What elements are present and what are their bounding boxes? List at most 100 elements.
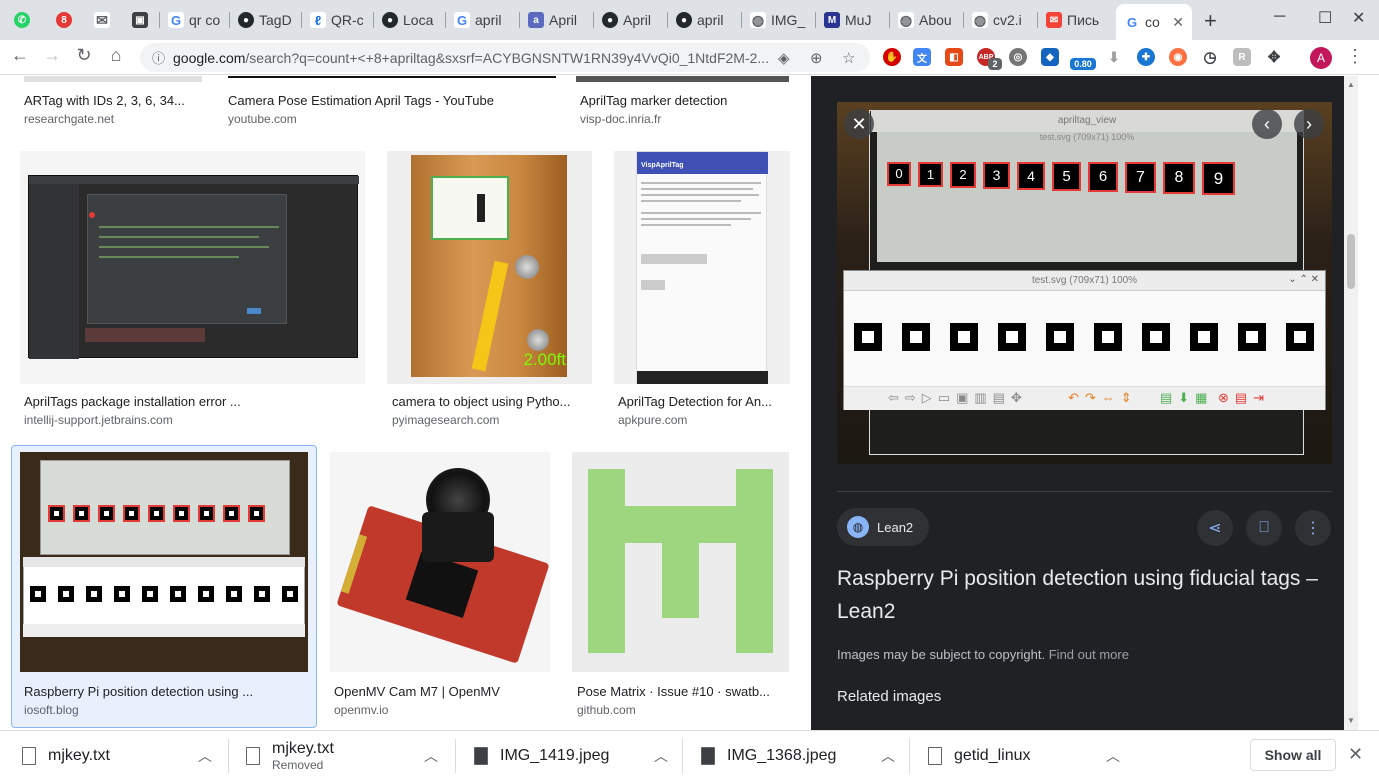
tab-11[interactable]: ● april: [668, 6, 742, 34]
result-thumbnail[interactable]: [228, 76, 556, 78]
tab-14[interactable]: ◍ Abou: [890, 6, 964, 34]
tab-12[interactable]: ◍ IMG_: [742, 6, 816, 34]
browser-menu-icon[interactable]: ⋮: [1346, 46, 1364, 67]
result-thumbnail-ide[interactable]: [20, 151, 365, 384]
find-out-more-link[interactable]: Find out more: [1049, 647, 1129, 662]
vpn-icon[interactable]: ✚: [1137, 48, 1155, 66]
result-title[interactable]: camera to object using Pytho...: [392, 394, 587, 409]
tab-15[interactable]: ◍ cv2.i: [964, 6, 1038, 34]
result-thumbnail[interactable]: [576, 76, 789, 82]
tab-mail[interactable]: ✉: [86, 6, 122, 34]
share-button[interactable]: ⋖: [1197, 510, 1233, 546]
timer-icon[interactable]: ◷: [1201, 48, 1219, 66]
result-source[interactable]: github.com: [577, 703, 636, 717]
result-thumbnail-door[interactable]: 2.00ft: [387, 151, 592, 384]
tab-13[interactable]: M MuJ: [816, 6, 890, 34]
tab-active[interactable]: Gco ✕: [1116, 4, 1192, 40]
result-title[interactable]: AprilTags package installation error ...: [24, 394, 364, 409]
result-source[interactable]: youtube.com: [228, 112, 297, 126]
result-thumbnail-pose-matrix[interactable]: [572, 452, 789, 672]
profile-avatar[interactable]: A: [1310, 47, 1332, 69]
zoom-icon[interactable]: ⊕: [810, 49, 823, 67]
result-title[interactable]: AprilTag marker detection: [580, 93, 790, 108]
scroll-up-icon[interactable]: ▲: [1347, 80, 1355, 89]
scrollbar-thumb[interactable]: [1347, 234, 1355, 289]
close-downloads-icon[interactable]: ✕: [1348, 744, 1363, 765]
download-item[interactable]: getid_linux ︿: [928, 731, 1120, 780]
result-source[interactable]: openmv.io: [334, 703, 388, 717]
back-icon[interactable]: ←: [8, 45, 32, 66]
result-thumbnail[interactable]: [24, 76, 202, 82]
tab-6[interactable]: ℓ QR-c: [302, 6, 374, 34]
download-ext-icon[interactable]: ⬇: [1105, 48, 1123, 66]
tab-8[interactable]: Gapril: [446, 6, 520, 34]
result-source[interactable]: researchgate.net: [24, 112, 114, 126]
chevron-up-icon[interactable]: ︿: [881, 746, 895, 766]
page-scrollbar[interactable]: ▲ ▼: [1344, 76, 1358, 730]
result-source[interactable]: apkpure.com: [618, 413, 687, 427]
chevron-up-icon[interactable]: ︿: [198, 746, 212, 766]
download-item[interactable]: IMG_1419.jpeg ︿: [474, 731, 668, 780]
office-icon[interactable]: ◧: [945, 48, 963, 66]
r-icon[interactable]: R: [1233, 48, 1251, 66]
result-title[interactable]: Camera Pose Estimation April Tags - YouT…: [228, 93, 558, 108]
result-source[interactable]: intellij-support.jetbrains.com: [24, 413, 173, 427]
result-source[interactable]: iosoft.blog: [24, 703, 79, 717]
forward-icon[interactable]: →: [40, 45, 64, 66]
scroll-down-icon[interactable]: ▼: [1347, 716, 1355, 725]
adblock-icon[interactable]: ✋: [883, 48, 901, 66]
dictionary-icon[interactable]: ◆: [1041, 48, 1059, 66]
tab-5[interactable]: ● TagD: [230, 6, 302, 34]
preview-title[interactable]: Raspberry Pi position detection using fi…: [837, 562, 1337, 628]
result-title[interactable]: Pose Matrix · Issue #10 · swatb...: [577, 684, 787, 699]
chevron-up-icon[interactable]: ︿: [424, 746, 438, 766]
preview-window-top-title: apriltag_view: [871, 110, 1303, 132]
tab-4[interactable]: Gqr co: [160, 6, 230, 34]
minimize-icon[interactable]: ─: [1274, 8, 1285, 26]
close-window-icon[interactable]: ✕: [1352, 8, 1365, 28]
chevron-up-icon[interactable]: ︿: [1106, 746, 1120, 766]
info-icon[interactable]: ⓘ: [152, 48, 165, 67]
download-item[interactable]: IMG_1368.jpeg ︿: [701, 731, 895, 780]
translate-icon[interactable]: 文: [913, 48, 931, 66]
close-tab-icon[interactable]: ✕: [1172, 14, 1184, 31]
location-icon[interactable]: ◈: [778, 49, 790, 67]
result-title[interactable]: Raspberry Pi position detection using ..…: [24, 684, 309, 699]
result-source[interactable]: visp-doc.inria.fr: [580, 112, 661, 126]
more-options-button[interactable]: ⋮: [1295, 510, 1331, 546]
bookmark-star-icon[interactable]: ☆: [842, 49, 855, 67]
preview-image[interactable]: apriltag_view test.svg (709x71) 100% 0 1…: [837, 102, 1332, 464]
download-item[interactable]: mjkey.txt Removed ︿: [246, 731, 438, 780]
tab-7[interactable]: ● Loca: [374, 6, 446, 34]
result-title[interactable]: OpenMV Cam M7 | OpenMV: [334, 684, 549, 699]
close-preview-button[interactable]: ✕: [844, 109, 874, 139]
tab-9[interactable]: a April: [520, 6, 594, 34]
maximize-icon[interactable]: ☐: [1318, 8, 1332, 28]
film-icon[interactable]: ◎: [1009, 48, 1027, 66]
save-button[interactable]: ⎕: [1246, 510, 1282, 546]
chevron-up-icon[interactable]: ︿: [654, 746, 668, 766]
next-image-button[interactable]: ›: [1294, 109, 1324, 139]
result-thumbnail-openmv[interactable]: [330, 452, 550, 672]
tab-10[interactable]: ● April: [594, 6, 668, 34]
result-title[interactable]: AprilTag Detection for An...: [618, 394, 790, 409]
tomato-icon[interactable]: ◉: [1169, 48, 1187, 66]
tab-whatsapp[interactable]: ✆: [6, 6, 42, 34]
address-bar[interactable]: ⓘ google.com/search?q=count+<+8+apriltag…: [140, 43, 870, 72]
download-item[interactable]: mjkey.txt ︿: [22, 731, 212, 780]
new-tab-button[interactable]: +: [1204, 8, 1217, 34]
result-title[interactable]: ARTag with IDs 2, 3, 6, 34...: [24, 93, 204, 108]
result-thumbnail-raspberry[interactable]: [20, 452, 308, 672]
result-source[interactable]: pyimagesearch.com: [392, 413, 499, 427]
reload-icon[interactable]: ↻: [72, 45, 96, 66]
show-all-downloads-button[interactable]: Show all: [1250, 739, 1336, 771]
tab-notifier[interactable]: 8: [48, 6, 84, 34]
tab-16[interactable]: ✉ Пись: [1038, 6, 1114, 34]
home-icon[interactable]: ⌂: [104, 45, 128, 66]
result-thumbnail-app[interactable]: VispAprilTag: [614, 151, 790, 384]
source-site-chip[interactable]: ◍ Lean2: [837, 508, 930, 546]
tab-label: Abou: [919, 12, 952, 28]
previous-image-button[interactable]: ‹: [1252, 109, 1282, 139]
tab-image[interactable]: ▣: [124, 6, 160, 34]
gamepad-icon[interactable]: ✥: [1265, 48, 1283, 66]
